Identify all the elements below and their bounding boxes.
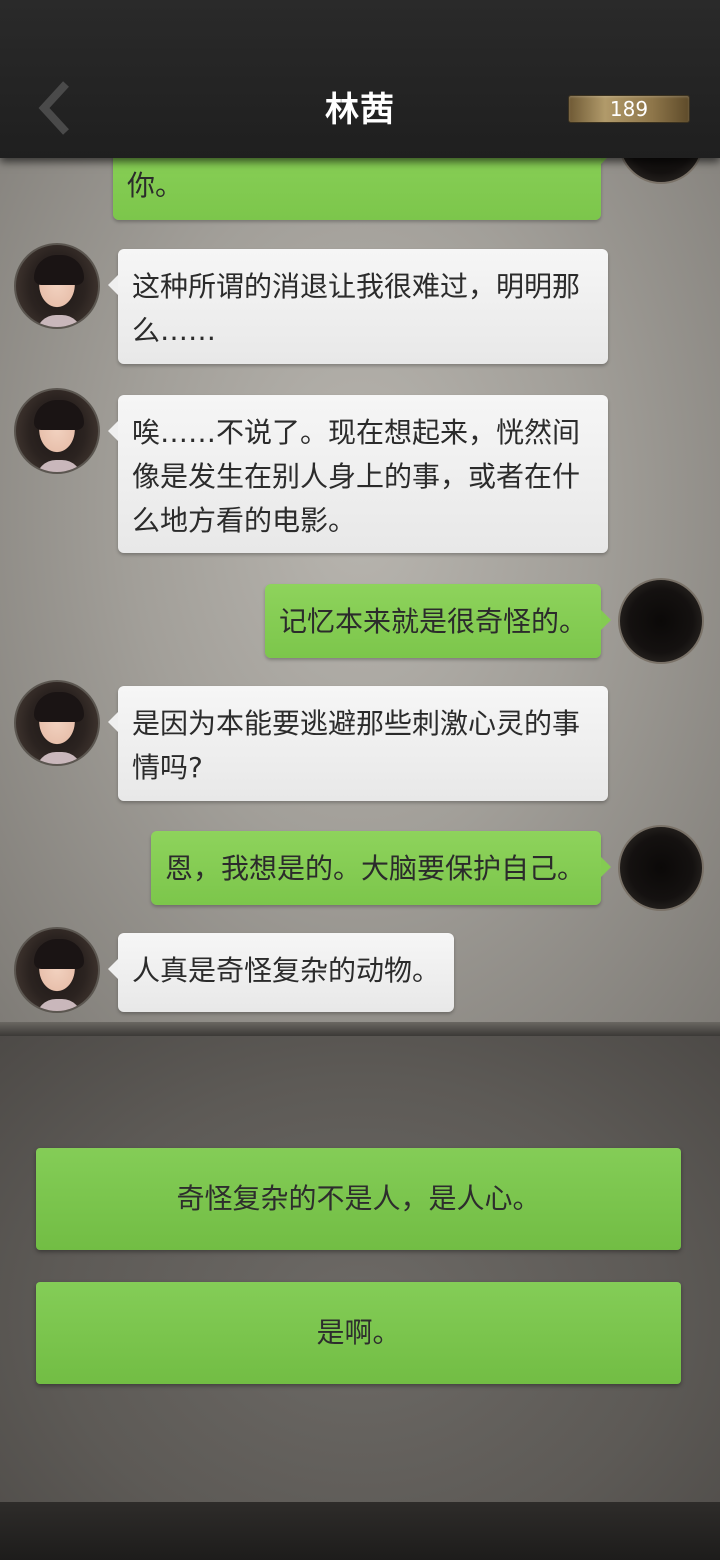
message-bubble: 你。 [113,158,611,220]
player-avatar [618,578,704,664]
player-avatar [618,158,704,184]
message-text: 这种所谓的消退让我很难过，明明那 么…… [132,270,581,347]
reply-options-panel: 奇怪复杂的不是人，是人心。 是啊。 [0,1036,720,1502]
reply-option-button[interactable]: 是啊。 [36,1282,681,1384]
player-avatar [618,825,704,911]
contact-avatar [14,680,100,766]
message-text: 是因为本能要逃避那些刺激心灵的事 情吗? [132,707,581,784]
contact-avatar [14,927,100,1013]
message-bubble: 人真是奇怪复杂的动物。 [108,933,454,1012]
message-text: 人真是奇怪复杂的动物。 [132,954,441,987]
contact-avatar [14,243,100,329]
message-bubble: 记忆本来就是很奇怪的。 [265,584,611,658]
bottom-bar [0,1502,720,1560]
message-bubble: 唉……不说了。现在想起来，恍然间 像是发生在别人身上的事，或者在什 么地方看的电… [108,395,608,553]
coin-counter: 189 [568,95,690,123]
message-text: 你。 [127,169,184,202]
chat-thread[interactable]: 你。 这种所谓的消退让我很难过，明明那 么…… 唉……不说了。现在想起来，恍然间… [0,158,720,1036]
message-bubble: 是因为本能要逃避那些刺激心灵的事 情吗? [108,686,608,801]
message-text: 恩，我想是的。大脑要保护自己。 [165,852,586,885]
message-bubble: 这种所谓的消退让我很难过，明明那 么…… [108,249,608,364]
message-text: 唉……不说了。现在想起来，恍然间 像是发生在别人身上的事，或者在什 么地方看的电… [132,416,581,537]
contact-avatar [14,388,100,474]
reply-option-button[interactable]: 奇怪复杂的不是人，是人心。 [36,1148,681,1250]
message-text: 记忆本来就是很奇怪的。 [279,605,588,638]
top-bar: 林茜 189 [0,0,720,158]
message-bubble: 恩，我想是的。大脑要保护自己。 [151,831,611,905]
